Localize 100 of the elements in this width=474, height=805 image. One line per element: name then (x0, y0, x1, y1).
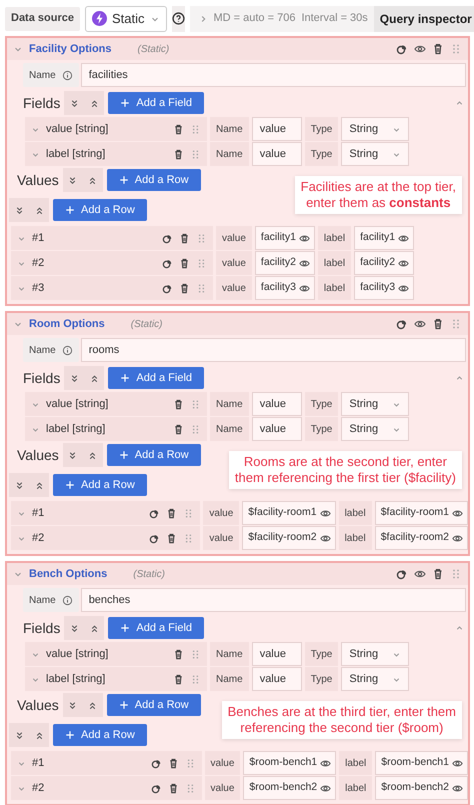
drag-handle[interactable] (450, 568, 462, 580)
drag-handle[interactable] (190, 398, 201, 410)
field-type-select[interactable]: String (341, 417, 410, 441)
eye-icon[interactable] (452, 758, 463, 768)
eye-icon[interactable] (298, 258, 310, 268)
duplicate-button[interactable] (150, 782, 162, 794)
add-row-button[interactable]: Add a Row (53, 474, 147, 496)
field-type-select[interactable]: String (341, 392, 410, 416)
cell-input[interactable]: $room-bench1 (375, 751, 468, 775)
add-row-button[interactable]: Add a Row (53, 724, 147, 746)
delete-button[interactable] (179, 258, 190, 268)
delete-button[interactable] (166, 508, 178, 518)
eye-icon[interactable] (320, 532, 331, 544)
duplicate-button[interactable] (149, 508, 160, 518)
eye-icon[interactable] (320, 782, 332, 794)
delete-button[interactable] (432, 43, 444, 55)
field-type-select[interactable]: String (341, 667, 410, 691)
cell-input[interactable]: $facility-room1 (242, 501, 336, 525)
chevron-up-icon[interactable] (455, 98, 464, 108)
add-field-button[interactable]: Add a Field (108, 367, 204, 389)
cell-input[interactable]: $room-bench2 (375, 776, 468, 800)
field-title[interactable]: label [string] (46, 670, 167, 688)
eye-icon[interactable] (320, 758, 332, 768)
eye-icon[interactable] (452, 508, 463, 518)
info-icon[interactable] (62, 70, 73, 80)
cell-input[interactable]: facility1 (354, 226, 414, 250)
add-row-button[interactable]: Add a Row (53, 199, 147, 221)
cell-input[interactable]: $facility-room2 (374, 526, 468, 550)
row-title[interactable]: #1 (32, 504, 144, 522)
duplicate-button[interactable] (396, 43, 408, 55)
name-input[interactable]: benches (80, 588, 466, 612)
drag-handle[interactable] (190, 124, 201, 134)
eye-icon[interactable] (298, 232, 310, 244)
eye-icon[interactable] (398, 282, 410, 294)
field-name-input[interactable]: value (252, 142, 302, 166)
help-button[interactable] (172, 6, 184, 32)
delete-button[interactable] (173, 674, 184, 684)
query-title[interactable]: Facility Options (29, 40, 112, 58)
cell-input[interactable]: $facility-room1 (374, 501, 468, 525)
drag-handle[interactable] (196, 258, 207, 268)
eye-button[interactable] (414, 318, 426, 330)
drag-handle[interactable] (190, 424, 201, 434)
delete-button[interactable] (179, 282, 190, 294)
drag-handle[interactable] (190, 674, 201, 684)
field-title[interactable]: value [string] (46, 646, 167, 662)
delete-button[interactable] (168, 758, 179, 768)
delete-button[interactable] (168, 782, 179, 794)
eye-icon[interactable] (452, 782, 463, 794)
eye-icon[interactable] (398, 258, 410, 268)
delete-button[interactable] (432, 318, 444, 330)
field-title[interactable]: value [string] (46, 120, 167, 138)
name-input[interactable]: facilities (80, 63, 466, 87)
datasource-select[interactable]: Static (84, 6, 166, 32)
field-title[interactable]: value [string] (46, 396, 167, 412)
delete-button[interactable] (179, 232, 190, 244)
eye-icon[interactable] (298, 282, 310, 294)
cell-input[interactable]: facility1 (254, 226, 315, 250)
query-inspector-button[interactable]: Query inspector (374, 6, 474, 32)
chevron-up-icon[interactable] (455, 624, 464, 632)
duplicate-button[interactable] (162, 282, 173, 294)
cell-input[interactable]: facility2 (354, 251, 414, 275)
add-field-button[interactable]: Add a Field (108, 92, 204, 114)
eye-button[interactable] (414, 43, 426, 55)
info-icon[interactable] (62, 594, 73, 606)
duplicate-button[interactable] (396, 318, 408, 330)
cell-input[interactable]: facility3 (354, 276, 414, 300)
delete-button[interactable] (432, 568, 444, 580)
cell-input[interactable]: $room-bench1 (243, 751, 336, 775)
drag-handle[interactable] (190, 648, 201, 660)
row-title[interactable]: #2 (32, 530, 144, 546)
duplicate-button[interactable] (396, 568, 408, 580)
field-type-select[interactable]: String (341, 117, 410, 141)
delete-button[interactable] (173, 124, 184, 134)
field-title[interactable]: label [string] (46, 420, 167, 438)
add-field-button[interactable]: Add a Field (108, 617, 204, 639)
delete-button[interactable] (166, 532, 178, 544)
field-title[interactable]: label [string] (46, 146, 167, 162)
eye-icon[interactable] (398, 232, 410, 244)
cell-input[interactable]: facility3 (254, 276, 315, 300)
row-title[interactable]: #2 (32, 780, 145, 796)
query-title[interactable]: Bench Options (29, 566, 108, 582)
add-row-button[interactable]: Add a Row (106, 444, 201, 466)
add-row-button[interactable]: Add a Row (106, 169, 201, 191)
delete-button[interactable] (173, 424, 184, 434)
eye-icon[interactable] (320, 508, 331, 518)
delete-button[interactable] (173, 398, 184, 410)
row-title[interactable]: #1 (32, 230, 156, 246)
drag-handle[interactable] (196, 232, 207, 244)
field-type-select[interactable]: String (341, 642, 410, 666)
query-title[interactable]: Room Options (29, 316, 105, 332)
field-name-input[interactable]: value (252, 417, 302, 441)
row-title[interactable]: #2 (32, 254, 156, 272)
chevron-up-icon[interactable] (455, 374, 464, 382)
info-icon[interactable] (62, 344, 73, 356)
name-input[interactable]: rooms (80, 338, 466, 362)
drag-handle[interactable] (450, 43, 462, 55)
cell-input[interactable]: $facility-room2 (242, 526, 336, 550)
drag-handle[interactable] (450, 318, 462, 330)
duplicate-button[interactable] (162, 232, 173, 244)
delete-button[interactable] (173, 148, 184, 160)
